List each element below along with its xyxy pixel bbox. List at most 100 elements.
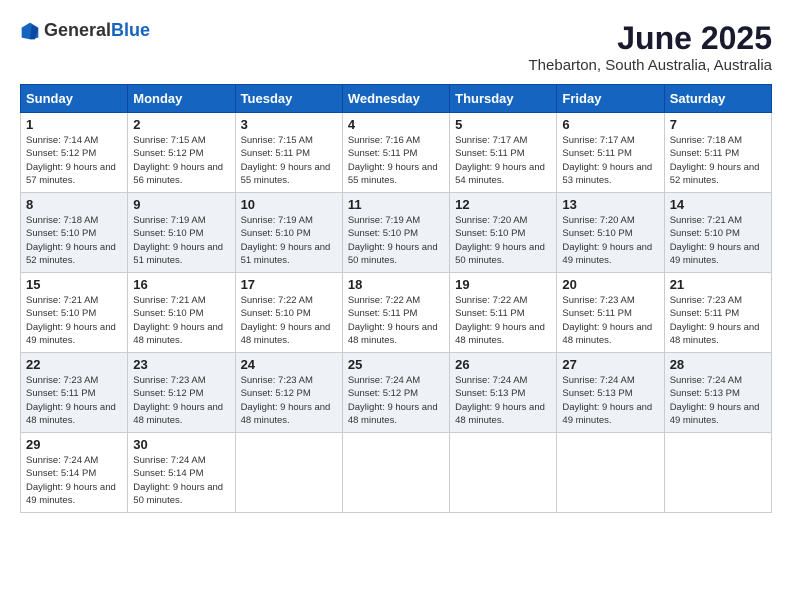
day-number: 13	[562, 197, 658, 212]
calendar-cell	[557, 433, 664, 513]
day-number: 30	[133, 437, 229, 452]
calendar-cell: 16 Sunrise: 7:21 AM Sunset: 5:10 PM Dayl…	[128, 273, 235, 353]
calendar-week-row: 22 Sunrise: 7:23 AM Sunset: 5:11 PM Dayl…	[21, 353, 772, 433]
day-number: 26	[455, 357, 551, 372]
day-info: Sunrise: 7:22 AM Sunset: 5:11 PM Dayligh…	[348, 294, 444, 347]
day-number: 5	[455, 117, 551, 132]
weekday-header-wednesday: Wednesday	[342, 85, 449, 113]
day-info: Sunrise: 7:19 AM Sunset: 5:10 PM Dayligh…	[348, 214, 444, 267]
day-number: 6	[562, 117, 658, 132]
calendar-cell	[450, 433, 557, 513]
calendar-cell: 10 Sunrise: 7:19 AM Sunset: 5:10 PM Dayl…	[235, 193, 342, 273]
day-number: 8	[26, 197, 122, 212]
weekday-header-saturday: Saturday	[664, 85, 771, 113]
calendar-cell: 30 Sunrise: 7:24 AM Sunset: 5:14 PM Dayl…	[128, 433, 235, 513]
calendar-cell: 6 Sunrise: 7:17 AM Sunset: 5:11 PM Dayli…	[557, 113, 664, 193]
day-info: Sunrise: 7:15 AM Sunset: 5:11 PM Dayligh…	[241, 134, 337, 187]
calendar-week-row: 1 Sunrise: 7:14 AM Sunset: 5:12 PM Dayli…	[21, 113, 772, 193]
title-area: June 2025 Thebarton, South Australia, Au…	[529, 20, 772, 74]
day-info: Sunrise: 7:21 AM Sunset: 5:10 PM Dayligh…	[26, 294, 122, 347]
day-info: Sunrise: 7:15 AM Sunset: 5:12 PM Dayligh…	[133, 134, 229, 187]
day-info: Sunrise: 7:24 AM Sunset: 5:13 PM Dayligh…	[562, 374, 658, 427]
day-info: Sunrise: 7:24 AM Sunset: 5:12 PM Dayligh…	[348, 374, 444, 427]
calendar-cell: 23 Sunrise: 7:23 AM Sunset: 5:12 PM Dayl…	[128, 353, 235, 433]
day-number: 3	[241, 117, 337, 132]
calendar-cell: 22 Sunrise: 7:23 AM Sunset: 5:11 PM Dayl…	[21, 353, 128, 433]
day-info: Sunrise: 7:24 AM Sunset: 5:14 PM Dayligh…	[133, 454, 229, 507]
day-number: 24	[241, 357, 337, 372]
day-info: Sunrise: 7:23 AM Sunset: 5:11 PM Dayligh…	[670, 294, 766, 347]
weekday-header-sunday: Sunday	[21, 85, 128, 113]
calendar-week-row: 8 Sunrise: 7:18 AM Sunset: 5:10 PM Dayli…	[21, 193, 772, 273]
calendar-cell: 1 Sunrise: 7:14 AM Sunset: 5:12 PM Dayli…	[21, 113, 128, 193]
calendar-week-row: 15 Sunrise: 7:21 AM Sunset: 5:10 PM Dayl…	[21, 273, 772, 353]
calendar-cell: 14 Sunrise: 7:21 AM Sunset: 5:10 PM Dayl…	[664, 193, 771, 273]
calendar-cell: 18 Sunrise: 7:22 AM Sunset: 5:11 PM Dayl…	[342, 273, 449, 353]
calendar-cell: 17 Sunrise: 7:22 AM Sunset: 5:10 PM Dayl…	[235, 273, 342, 353]
calendar-cell	[235, 433, 342, 513]
calendar-cell: 8 Sunrise: 7:18 AM Sunset: 5:10 PM Dayli…	[21, 193, 128, 273]
day-info: Sunrise: 7:18 AM Sunset: 5:11 PM Dayligh…	[670, 134, 766, 187]
calendar-cell: 28 Sunrise: 7:24 AM Sunset: 5:13 PM Dayl…	[664, 353, 771, 433]
day-number: 22	[26, 357, 122, 372]
day-number: 21	[670, 277, 766, 292]
calendar-cell: 20 Sunrise: 7:23 AM Sunset: 5:11 PM Dayl…	[557, 273, 664, 353]
day-info: Sunrise: 7:19 AM Sunset: 5:10 PM Dayligh…	[241, 214, 337, 267]
weekday-header-thursday: Thursday	[450, 85, 557, 113]
day-number: 14	[670, 197, 766, 212]
weekday-header-friday: Friday	[557, 85, 664, 113]
day-info: Sunrise: 7:16 AM Sunset: 5:11 PM Dayligh…	[348, 134, 444, 187]
day-number: 28	[670, 357, 766, 372]
day-number: 1	[26, 117, 122, 132]
day-info: Sunrise: 7:17 AM Sunset: 5:11 PM Dayligh…	[562, 134, 658, 187]
day-number: 15	[26, 277, 122, 292]
weekday-header-row: SundayMondayTuesdayWednesdayThursdayFrid…	[21, 85, 772, 113]
day-number: 27	[562, 357, 658, 372]
day-number: 4	[348, 117, 444, 132]
day-info: Sunrise: 7:24 AM Sunset: 5:14 PM Dayligh…	[26, 454, 122, 507]
day-number: 18	[348, 277, 444, 292]
day-info: Sunrise: 7:23 AM Sunset: 5:11 PM Dayligh…	[26, 374, 122, 427]
calendar-cell: 27 Sunrise: 7:24 AM Sunset: 5:13 PM Dayl…	[557, 353, 664, 433]
calendar-cell: 13 Sunrise: 7:20 AM Sunset: 5:10 PM Dayl…	[557, 193, 664, 273]
day-number: 25	[348, 357, 444, 372]
day-number: 16	[133, 277, 229, 292]
day-number: 12	[455, 197, 551, 212]
day-info: Sunrise: 7:14 AM Sunset: 5:12 PM Dayligh…	[26, 134, 122, 187]
logo-icon	[20, 21, 40, 41]
calendar-cell: 19 Sunrise: 7:22 AM Sunset: 5:11 PM Dayl…	[450, 273, 557, 353]
day-info: Sunrise: 7:22 AM Sunset: 5:10 PM Dayligh…	[241, 294, 337, 347]
day-number: 9	[133, 197, 229, 212]
day-number: 29	[26, 437, 122, 452]
month-year-title: June 2025	[529, 20, 772, 57]
calendar-cell: 15 Sunrise: 7:21 AM Sunset: 5:10 PM Dayl…	[21, 273, 128, 353]
day-info: Sunrise: 7:23 AM Sunset: 5:11 PM Dayligh…	[562, 294, 658, 347]
weekday-header-monday: Monday	[128, 85, 235, 113]
calendar-cell: 25 Sunrise: 7:24 AM Sunset: 5:12 PM Dayl…	[342, 353, 449, 433]
day-info: Sunrise: 7:22 AM Sunset: 5:11 PM Dayligh…	[455, 294, 551, 347]
day-number: 20	[562, 277, 658, 292]
calendar-cell: 4 Sunrise: 7:16 AM Sunset: 5:11 PM Dayli…	[342, 113, 449, 193]
day-info: Sunrise: 7:21 AM Sunset: 5:10 PM Dayligh…	[670, 214, 766, 267]
calendar-cell: 29 Sunrise: 7:24 AM Sunset: 5:14 PM Dayl…	[21, 433, 128, 513]
calendar-cell: 26 Sunrise: 7:24 AM Sunset: 5:13 PM Dayl…	[450, 353, 557, 433]
calendar-week-row: 29 Sunrise: 7:24 AM Sunset: 5:14 PM Dayl…	[21, 433, 772, 513]
logo: GeneralBlue	[20, 20, 150, 41]
calendar-cell: 7 Sunrise: 7:18 AM Sunset: 5:11 PM Dayli…	[664, 113, 771, 193]
day-number: 23	[133, 357, 229, 372]
day-info: Sunrise: 7:21 AM Sunset: 5:10 PM Dayligh…	[133, 294, 229, 347]
calendar-table: SundayMondayTuesdayWednesdayThursdayFrid…	[20, 84, 772, 513]
day-number: 11	[348, 197, 444, 212]
day-info: Sunrise: 7:23 AM Sunset: 5:12 PM Dayligh…	[133, 374, 229, 427]
calendar-cell: 11 Sunrise: 7:19 AM Sunset: 5:10 PM Dayl…	[342, 193, 449, 273]
page-header: GeneralBlue June 2025 Thebarton, South A…	[10, 10, 782, 79]
day-number: 2	[133, 117, 229, 132]
calendar-cell: 12 Sunrise: 7:20 AM Sunset: 5:10 PM Dayl…	[450, 193, 557, 273]
calendar-cell	[664, 433, 771, 513]
day-info: Sunrise: 7:24 AM Sunset: 5:13 PM Dayligh…	[670, 374, 766, 427]
day-number: 7	[670, 117, 766, 132]
day-number: 17	[241, 277, 337, 292]
day-info: Sunrise: 7:20 AM Sunset: 5:10 PM Dayligh…	[562, 214, 658, 267]
calendar-cell: 2 Sunrise: 7:15 AM Sunset: 5:12 PM Dayli…	[128, 113, 235, 193]
calendar-cell: 3 Sunrise: 7:15 AM Sunset: 5:11 PM Dayli…	[235, 113, 342, 193]
